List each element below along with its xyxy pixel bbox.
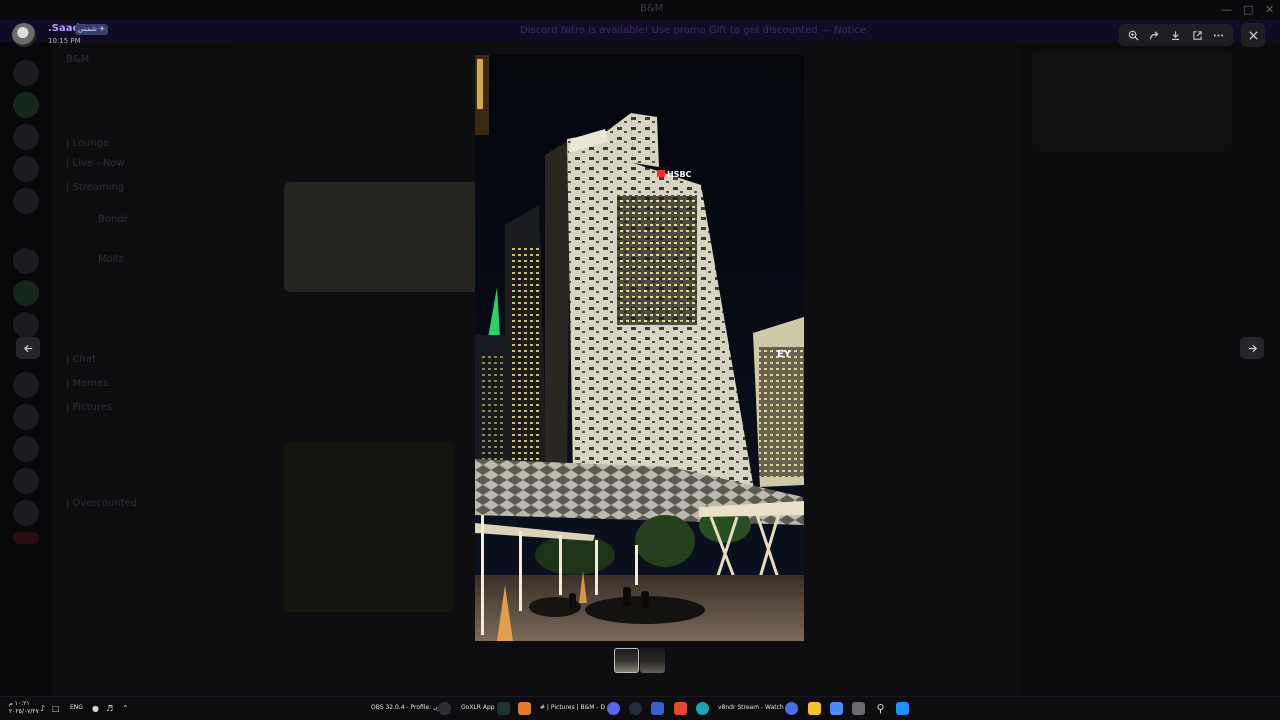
bg-server-icon [13, 92, 39, 118]
show-hidden-icons-chevron-icon[interactable]: ⌃ [122, 704, 129, 714]
bg-server-icon [13, 248, 39, 274]
bg-channel: Bondr [98, 214, 128, 225]
bg-channel: | Overcounted [66, 498, 138, 509]
bg-server-icon [13, 124, 39, 150]
bg-channel-list: B&M | Lounge | Live - Now | Streaming Bo… [52, 42, 232, 696]
bg-channel: | Pictures [66, 402, 113, 413]
more-icon[interactable] [1209, 26, 1227, 44]
bg-server-icon [13, 156, 39, 182]
bg-channel: | Live - Now [66, 158, 125, 169]
zoom-in-icon[interactable] [1125, 26, 1143, 44]
bg-channel: | Chat [66, 354, 96, 365]
bg-channel: | Lounge [66, 138, 110, 149]
bg-server-icon [13, 468, 39, 494]
bg-server-icon [13, 372, 39, 398]
bg-channel: | Memes [66, 378, 109, 389]
taskbar-app-label[interactable]: # | Pictures | B&M - D [540, 704, 605, 711]
bg-server-icon [13, 436, 39, 462]
copilot-icon[interactable] [830, 702, 843, 715]
window-close-icon[interactable]: ✕ [1265, 3, 1274, 16]
bg-car-image [284, 182, 484, 292]
edge-icon[interactable] [696, 702, 709, 715]
maximize-icon[interactable]: □ [1243, 3, 1253, 16]
taskbar-app-label[interactable]: v8ndr Stream - Watch L [718, 704, 789, 711]
bg-member-list [1020, 42, 1280, 696]
discord-icon[interactable] [607, 702, 620, 715]
goxlr-icon[interactable] [497, 702, 510, 715]
thumbnail-1[interactable] [614, 648, 639, 673]
bg-channel: | Streaming [66, 182, 125, 193]
viewer-toolbar [1119, 24, 1233, 46]
app-icon[interactable] [629, 702, 642, 715]
bg-server-icon [13, 280, 39, 306]
network-tray-icon[interactable]: □ [52, 704, 60, 714]
close-icon[interactable] [1241, 23, 1265, 47]
taskbar-app-label[interactable]: OBS 32.0.4 - Profile: بدون [371, 704, 445, 711]
bg-server-list [0, 42, 52, 696]
windows-start-icon[interactable] [896, 702, 909, 715]
store-icon[interactable] [651, 702, 664, 715]
forward-icon[interactable] [1146, 26, 1164, 44]
bg-window-title: B&M [640, 3, 664, 14]
app-icon[interactable] [518, 702, 531, 715]
language-indicator[interactable]: ENG [70, 704, 83, 711]
bg-image [284, 442, 454, 612]
bg-server-icon [13, 60, 39, 86]
app-icon[interactable] [785, 702, 798, 715]
bg-server-icon [13, 404, 39, 430]
clock-date: ٢٠٢٥/٠٧/٢٧ [9, 708, 39, 715]
arrow-left-icon[interactable] [16, 337, 40, 359]
arrow-right-icon[interactable] [1240, 337, 1264, 359]
search-icon[interactable]: ⚲ [874, 702, 887, 715]
post-timestamp: 10:15 PM [48, 37, 81, 45]
download-icon[interactable] [1167, 26, 1185, 44]
task-view-icon[interactable] [852, 702, 865, 715]
volume-tray-icon[interactable]: ♪ [40, 704, 45, 714]
microphone-tray-icon[interactable]: ● [92, 704, 99, 714]
building-sign-ey: EY [777, 349, 792, 360]
bg-server-icon [13, 188, 39, 214]
clock-time: ١٠:٢١ م [9, 700, 30, 707]
bg-server-badge [13, 532, 39, 544]
obs-icon[interactable] [438, 702, 451, 715]
bg-server-name: B&M [66, 54, 90, 65]
thumbnail-2[interactable] [640, 648, 665, 673]
bg-titlebar: B&M — □ ✕ [0, 0, 1280, 20]
minimize-icon[interactable]: — [1221, 3, 1232, 16]
author-tag: شمس ✈ [75, 24, 108, 35]
brave-icon[interactable] [674, 702, 687, 715]
bg-channel: Mollz [98, 254, 124, 265]
image-preview[interactable]: HSBC EY [475, 55, 804, 641]
taskbar-app-label[interactable]: GoXLR App [461, 704, 495, 711]
bg-server-icon [13, 500, 39, 526]
bg-banner-text: Discord Nitro is available! Use promo Gi… [520, 25, 867, 36]
building-sign-hsbc: HSBC [667, 170, 692, 179]
file-explorer-icon[interactable] [808, 702, 821, 715]
system-clock[interactable]: ١٠:٢١ م ٢٠٢٥/٠٧/٢٧ [9, 700, 39, 716]
bg-banner-image [1032, 52, 1232, 152]
bg-banner: Discord Nitro is available! Use promo Gi… [0, 20, 1280, 42]
speaker-tray-icon[interactable]: ♬ [106, 704, 113, 714]
bg-server-icon [13, 312, 39, 338]
open-in-browser-icon[interactable] [1188, 26, 1206, 44]
avatar[interactable] [12, 23, 36, 47]
windows-taskbar: ١٠:٢١ م ٢٠٢٥/٠٧/٢٧ ♪ □ ENG ● ♬ ⌃ OBS 32.… [0, 696, 1280, 720]
